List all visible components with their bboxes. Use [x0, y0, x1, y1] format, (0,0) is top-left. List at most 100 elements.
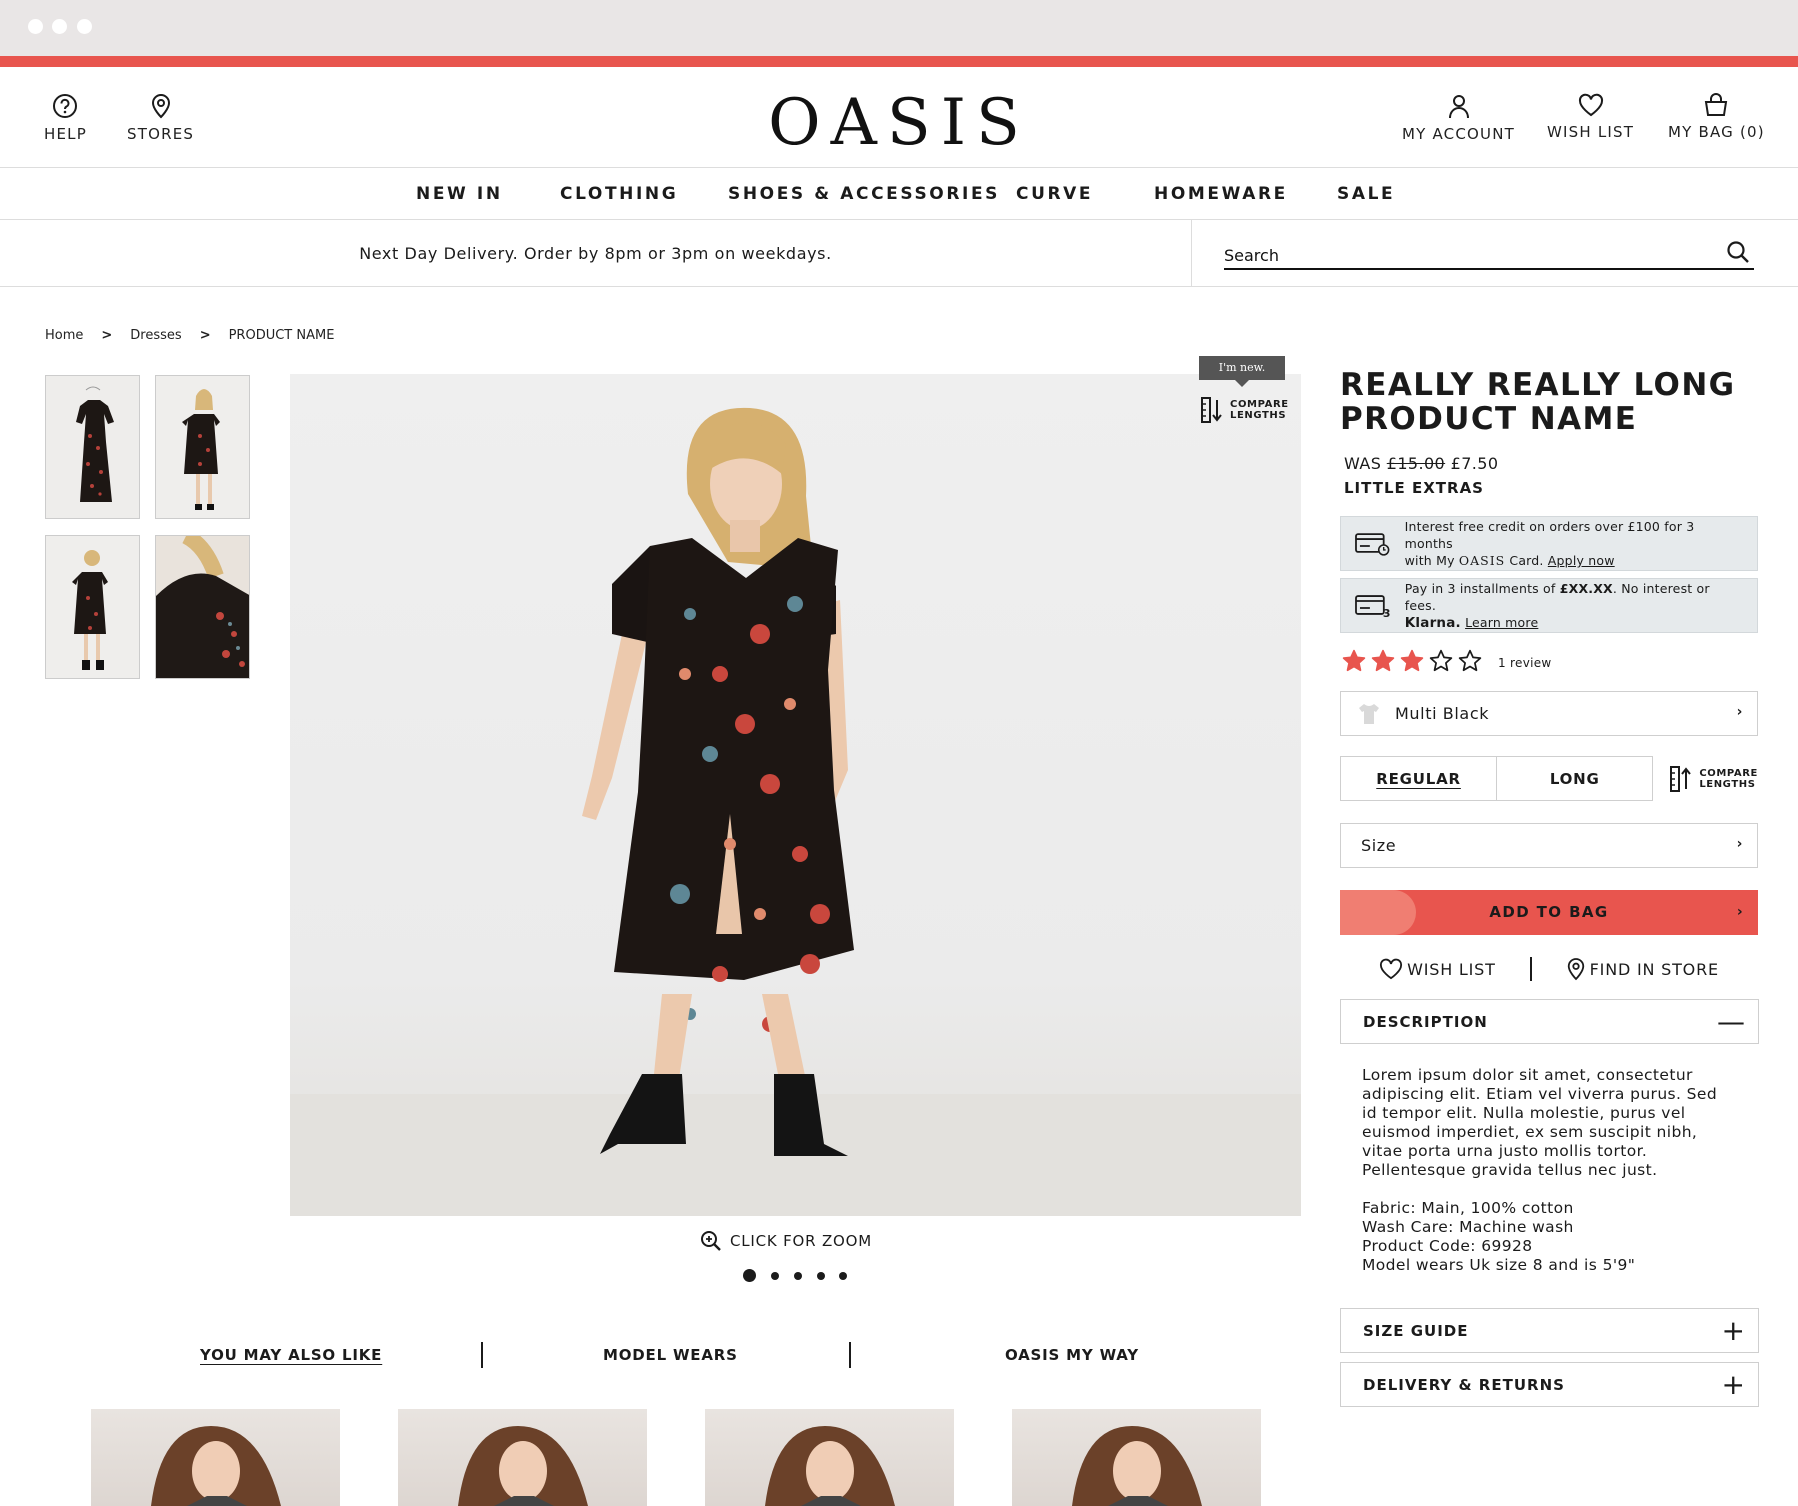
- dress-flower-pattern: [735, 714, 755, 734]
- size-selector[interactable]: Size ›: [1340, 823, 1758, 868]
- product-category: LITTLE EXTRAS: [1344, 479, 1484, 497]
- delivery-returns-title: DELIVERY & RETURNS: [1363, 1375, 1565, 1394]
- recommended-product[interactable]: [398, 1409, 647, 1506]
- action-divider: [1529, 957, 1532, 981]
- nav-item-sale[interactable]: SALE: [1337, 184, 1395, 204]
- learn-more-link[interactable]: Learn more: [1465, 615, 1538, 630]
- add-to-bag-label: ADD TO BAG: [1489, 903, 1609, 921]
- thumbnail-model-front[interactable]: [155, 375, 250, 519]
- browser-chrome: [0, 0, 1798, 56]
- dress-flower-pattern: [792, 846, 808, 862]
- dress-flower-pattern: [712, 966, 728, 982]
- star-filled-icon: [1371, 649, 1395, 676]
- klarna-text-line-1: Pay in 3 installments of £XX.XX. No inte…: [1405, 580, 1743, 614]
- zoom-label: CLICK FOR ZOOM: [730, 1232, 872, 1250]
- wash-care-info: Wash Care: Machine wash: [1362, 1218, 1574, 1236]
- was-label: WAS: [1344, 454, 1382, 473]
- oasis-logo[interactable]: OASIS: [0, 86, 1798, 160]
- model-photo: [290, 407, 1301, 1216]
- nav-item-clothing[interactable]: CLOTHING: [560, 184, 678, 204]
- site-header: HELP STORES OASIS MY ACCOUNT WISH LIST M…: [0, 67, 1798, 168]
- recommended-product[interactable]: [91, 1409, 340, 1506]
- pagination-dot[interactable]: [839, 1272, 847, 1280]
- product-title: REALLY REALLY LONG PRODUCT NAME: [1340, 368, 1758, 436]
- add-to-bag-button[interactable]: ADD TO BAG ›: [1340, 890, 1758, 935]
- description-title: DESCRIPTION: [1363, 1012, 1488, 1031]
- compare-line-1: COMPARE: [1699, 767, 1758, 779]
- size-label: Size: [1361, 836, 1397, 855]
- nav-item-new-in[interactable]: NEW IN: [416, 184, 503, 204]
- klarna-text-line-2: Klarna. Learn more: [1405, 614, 1743, 632]
- thumbnail-detail[interactable]: [155, 535, 250, 679]
- description-accordion[interactable]: DESCRIPTION —: [1340, 999, 1759, 1044]
- my-bag-label: MY BAG (0): [1668, 123, 1765, 141]
- delivery-returns-accordion[interactable]: DELIVERY & RETURNS +: [1340, 1362, 1759, 1407]
- heart-icon: [1380, 958, 1403, 980]
- compare-lengths-badge[interactable]: COMPARE LENGTHS: [1200, 396, 1289, 424]
- compare-lengths-link[interactable]: COMPARE LENGTHS: [1669, 765, 1758, 793]
- my-account-link[interactable]: MY ACCOUNT: [1402, 93, 1515, 143]
- dress-flower-pattern: [810, 904, 830, 924]
- recommended-product[interactable]: [1012, 1409, 1261, 1506]
- star-filled-icon: [1342, 649, 1366, 676]
- window-dot: [52, 19, 67, 34]
- nav-item-curve[interactable]: CURVE: [1016, 184, 1093, 204]
- product-code: Product Code: 69928: [1362, 1237, 1533, 1255]
- minus-icon: —: [1717, 1005, 1746, 1038]
- oasis-card-brand: OASIS: [1458, 553, 1506, 568]
- dress-flower-pattern: [684, 608, 696, 620]
- search-icon[interactable]: [1726, 240, 1750, 264]
- dress-flower-pattern: [787, 596, 803, 612]
- tshirt-icon: [1359, 703, 1379, 724]
- tab-divider: [481, 1342, 483, 1368]
- star-empty-icon: [1458, 649, 1482, 676]
- search-input[interactable]: [1224, 242, 1754, 270]
- wish-list-button-label: WISH LIST: [1407, 959, 1496, 979]
- dress-flower-pattern: [670, 884, 690, 904]
- breadcrumb-dresses[interactable]: Dresses: [130, 328, 181, 343]
- main-nav: NEW IN CLOTHING SHOES & ACCESSORIES CURV…: [0, 168, 1798, 220]
- main-product-image[interactable]: [290, 374, 1301, 1216]
- dress-flower-pattern: [712, 666, 728, 682]
- nav-item-shoes-accessories[interactable]: SHOES & ACCESSORIES: [728, 184, 1000, 204]
- nav-item-homeware[interactable]: HOMEWARE: [1154, 184, 1288, 204]
- pagination-dot[interactable]: [794, 1272, 802, 1280]
- tab-you-may-also-like[interactable]: YOU MAY ALSO LIKE: [200, 1346, 382, 1364]
- window-dot: [28, 19, 43, 34]
- find-in-store-button[interactable]: FIND IN STORE: [1566, 957, 1719, 981]
- click-for-zoom[interactable]: CLICK FOR ZOOM: [700, 1230, 872, 1252]
- rating-row[interactable]: 1 review: [1340, 649, 1758, 676]
- chevron-right-icon: ›: [1736, 836, 1743, 852]
- colour-selector[interactable]: Multi Black ›: [1340, 691, 1758, 736]
- product-title-line-2: PRODUCT NAME: [1340, 401, 1638, 437]
- klarna-text-pre: Pay in 3 installments of: [1404, 580, 1556, 596]
- length-option-regular[interactable]: REGULAR: [1341, 757, 1498, 800]
- thumbnail-model-back[interactable]: [45, 535, 140, 679]
- my-bag-link[interactable]: MY BAG (0): [1668, 93, 1765, 141]
- plus-icon: +: [1721, 1314, 1746, 1347]
- recommended-product-image: [1072, 1426, 1202, 1506]
- review-count[interactable]: 1 review: [1498, 656, 1552, 670]
- apply-now-link[interactable]: Apply now: [1548, 553, 1615, 568]
- delivery-promo: Next Day Delivery. Order by 8pm or 3pm o…: [0, 220, 1192, 287]
- dress-flower-pattern: [760, 774, 780, 794]
- size-guide-accordion[interactable]: SIZE GUIDE +: [1340, 1308, 1759, 1353]
- pagination-dot[interactable]: [817, 1272, 825, 1280]
- tab-oasis-my-way[interactable]: OASIS MY WAY: [1005, 1346, 1139, 1364]
- recommended-product[interactable]: [705, 1409, 954, 1506]
- wish-list-button[interactable]: WISH LIST: [1379, 958, 1496, 980]
- tab-model-wears[interactable]: MODEL WEARS: [603, 1346, 738, 1364]
- breadcrumb-home[interactable]: Home: [45, 328, 83, 343]
- compare-line-2: LENGTHS: [1699, 778, 1756, 790]
- wish-list-link[interactable]: WISH LIST: [1547, 93, 1634, 141]
- detail-thumbnail-image: [156, 536, 249, 678]
- dress-thumbnail-image: [46, 376, 139, 518]
- dress-flower-pattern: [702, 746, 718, 762]
- thumbnail-front[interactable]: [45, 375, 140, 519]
- pagination-dot-active[interactable]: [743, 1269, 756, 1282]
- rating-stars: [1342, 649, 1482, 676]
- length-option-long[interactable]: LONG: [1497, 757, 1652, 800]
- pagination-dot[interactable]: [771, 1272, 779, 1280]
- find-in-store-label: FIND IN STORE: [1589, 959, 1719, 979]
- recommended-product-image: [765, 1426, 895, 1506]
